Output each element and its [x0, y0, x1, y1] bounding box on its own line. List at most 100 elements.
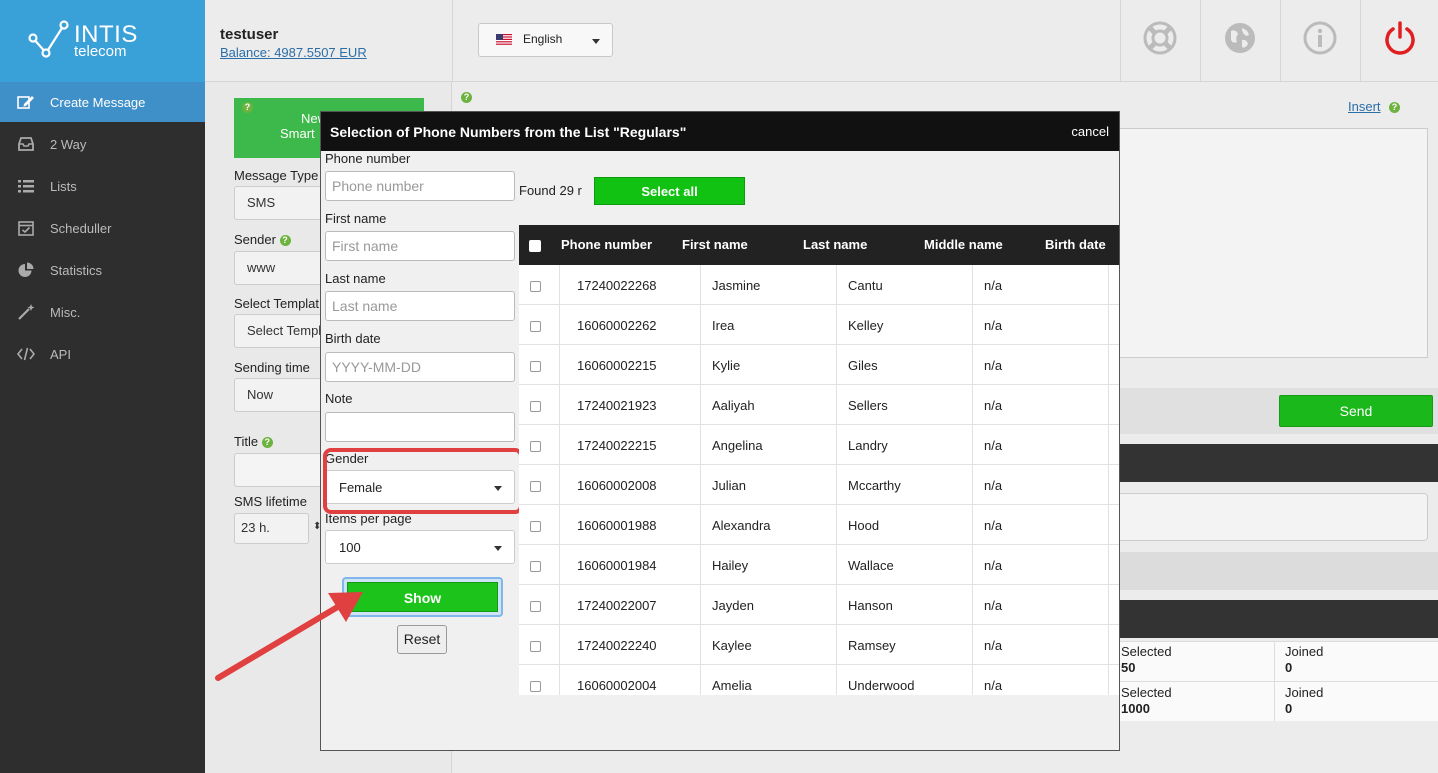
sidebar-item-statistics[interactable]: Statistics	[0, 250, 205, 290]
row-checkbox[interactable]	[530, 321, 541, 332]
table-row[interactable]: 16060001984 Hailey Wallace n/a	[519, 545, 1119, 585]
sidebar-item-create-message[interactable]: Create Message	[0, 82, 205, 122]
column-header[interactable]: Last name	[803, 237, 867, 252]
items-per-page-select[interactable]: 100	[325, 530, 515, 564]
sidebar-item-lists[interactable]: Lists	[0, 166, 205, 206]
last-name-cell: Mccarthy	[848, 478, 901, 493]
phone-filter-label: Phone number	[325, 151, 411, 166]
first-name-cell: Amelia	[712, 678, 752, 693]
language-value: English	[523, 32, 563, 46]
sending-time-label: Sending time	[234, 360, 310, 375]
sidebar-item-label: 2 Way	[50, 137, 87, 152]
select-all-checkbox[interactable]	[529, 240, 541, 252]
cell-divider	[1108, 625, 1109, 665]
first-name-cell: Aaliyah	[712, 398, 755, 413]
cell-divider	[972, 585, 973, 625]
last-name-filter-input[interactable]	[325, 291, 515, 321]
table-row[interactable]: 17240022215 Angelina Landry n/a	[519, 425, 1119, 465]
sidebar-item-scheduller[interactable]: Scheduller	[0, 208, 205, 248]
title-label: Title ?	[234, 434, 273, 449]
selected-count: Selected 1000	[1121, 685, 1172, 716]
brand-logo[interactable]: INTIS telecom	[0, 0, 205, 82]
table-row[interactable]: 16060002262 Irea Kelley n/a	[519, 305, 1119, 345]
cell-divider	[972, 465, 973, 505]
cell-divider	[972, 545, 973, 585]
phone-cell: 17240021923	[577, 398, 657, 413]
reset-button[interactable]: Reset	[397, 625, 447, 654]
sidebar-item-api[interactable]: API	[0, 334, 205, 374]
message-textarea[interactable]	[1118, 128, 1428, 358]
row-checkbox[interactable]	[530, 681, 541, 692]
birth-date-filter-label: Birth date	[325, 331, 381, 346]
middle-name-cell: n/a	[984, 438, 1003, 453]
lifetime-input[interactable]: 23 h.	[234, 513, 309, 544]
row-checkbox[interactable]	[530, 481, 541, 492]
cancel-link[interactable]: cancel	[1071, 124, 1109, 139]
first-name-cell: Irea	[712, 318, 735, 333]
last-name-cell: Underwood	[848, 678, 915, 693]
first-name-cell: Kaylee	[712, 638, 752, 653]
middle-name-cell: n/a	[984, 558, 1003, 573]
magic-wand-icon	[18, 304, 35, 320]
recipients-input[interactable]	[1118, 493, 1428, 541]
cell-divider	[836, 305, 837, 345]
row-checkbox[interactable]	[530, 361, 541, 372]
note-filter-input[interactable]	[325, 412, 515, 442]
column-header[interactable]: Phone number	[561, 237, 652, 252]
cell-divider	[1108, 545, 1109, 585]
pie-chart-icon	[18, 262, 34, 277]
table-row[interactable]: 16060002008 Julian Mccarthy n/a	[519, 465, 1119, 505]
row-checkbox[interactable]	[530, 561, 541, 572]
insert-link[interactable]: Insert	[1348, 99, 1381, 114]
row-checkbox[interactable]	[530, 441, 541, 452]
table-row[interactable]: 17240022268 Jasmine Cantu n/a	[519, 265, 1119, 305]
cell-divider	[972, 385, 973, 425]
sidebar-item-2-way[interactable]: 2 Way	[0, 124, 205, 164]
cell-divider	[559, 665, 560, 695]
globe-button[interactable]	[1200, 0, 1280, 82]
select-all-button[interactable]: Select all	[594, 177, 745, 205]
info-button[interactable]	[1280, 0, 1360, 82]
annotation-highlight	[323, 448, 523, 514]
row-checkbox[interactable]	[530, 401, 541, 412]
birth-date-filter-input[interactable]	[325, 352, 515, 382]
help-button[interactable]	[1120, 0, 1200, 82]
chevron-down-icon	[592, 39, 600, 44]
first-name-filter-input[interactable]	[325, 231, 515, 261]
row-checkbox[interactable]	[530, 281, 541, 292]
send-button[interactable]: Send	[1279, 395, 1433, 427]
message-type-value: SMS	[247, 195, 276, 210]
cell-divider	[836, 345, 837, 385]
balance-link[interactable]: Balance: 4987.5507 EUR	[220, 45, 367, 60]
table-row[interactable]: 17240022240 Kaylee Ramsey n/a	[519, 625, 1119, 665]
sidebar-item-label: Scheduller	[50, 221, 112, 236]
last-name-cell: Cantu	[848, 278, 883, 293]
middle-name-cell: n/a	[984, 358, 1003, 373]
table-row[interactable]: 16060001988 Alexandra Hood n/a	[519, 505, 1119, 545]
selected-count: Selected 50	[1121, 644, 1172, 675]
cell-divider	[836, 625, 837, 665]
table-row[interactable]: 17240022007 Jayden Hanson n/a	[519, 585, 1119, 625]
note-filter-label: Note	[325, 391, 353, 406]
phone-cell: 16060002262	[577, 318, 657, 333]
sidebar-item-misc[interactable]: Misc.	[0, 292, 205, 332]
table-row[interactable]: 16060002004 Amelia Underwood n/a	[519, 665, 1119, 695]
cell-divider	[700, 465, 701, 505]
cell-divider	[559, 465, 560, 505]
phone-filter-input[interactable]	[325, 171, 515, 201]
row-checkbox[interactable]	[530, 521, 541, 532]
sending-time-value: Now	[247, 387, 274, 402]
logout-button[interactable]	[1360, 0, 1438, 82]
dialog-title: Selection of Phone Numbers from the List…	[330, 124, 687, 140]
last-name-cell: Giles	[848, 358, 878, 373]
row-checkbox[interactable]	[530, 601, 541, 612]
cell-divider	[700, 505, 701, 545]
column-header[interactable]: First name	[682, 237, 748, 252]
cell-divider	[559, 345, 560, 385]
column-header[interactable]: Middle name	[924, 237, 1003, 252]
row-checkbox[interactable]	[530, 641, 541, 652]
column-header[interactable]: Birth date	[1045, 237, 1106, 252]
table-row[interactable]: 17240021923 Aaliyah Sellers n/a	[519, 385, 1119, 425]
table-row[interactable]: 16060002215 Kylie Giles n/a	[519, 345, 1119, 385]
language-select[interactable]: English	[478, 23, 613, 57]
